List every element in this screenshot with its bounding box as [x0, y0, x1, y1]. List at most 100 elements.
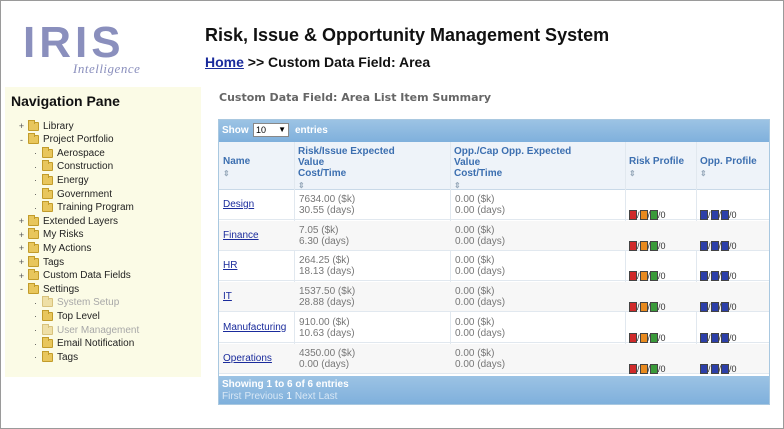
folder-icon	[28, 119, 39, 131]
table-toolbar: Show 10 ▼ entries	[219, 120, 769, 142]
nav-item-construction[interactable]: · Construction	[31, 160, 113, 174]
nav-item-project-portfolio[interactable]: - Project Portfolio	[17, 133, 114, 147]
nav-item-label: Construction	[57, 161, 114, 173]
navigation-pane-title: Navigation Pane	[11, 93, 120, 109]
nav-item-my-actions[interactable]: + My Actions	[17, 241, 91, 255]
nav-item-extended-layers[interactable]: + Extended Layers	[17, 214, 118, 228]
nav-item-label: Aerospace	[57, 147, 105, 159]
tree-connector: ·	[34, 297, 37, 308]
folder-icon	[28, 241, 39, 253]
profile-box-orange	[639, 271, 648, 282]
chevron-down-icon: ▼	[278, 125, 286, 134]
table-row: Manufacturing 910.00 ($k) 10.63 (days) 0.00…	[219, 313, 769, 343]
expand-icon[interactable]: +	[17, 271, 26, 281]
nav-item-label: User Management	[57, 324, 140, 336]
pager-page-button[interactable]: 1	[286, 391, 292, 402]
profile-box-blue	[721, 363, 730, 374]
expand-icon[interactable]: +	[17, 243, 26, 253]
expand-icon[interactable]: +	[17, 230, 26, 240]
column-header-risk-value[interactable]: Risk/Issue Expected Value Cost/Time ⇕	[298, 146, 395, 192]
profile-box-orange	[639, 332, 648, 343]
profile-box-blue	[721, 210, 730, 220]
risk-cost: 910.00 ($k)	[299, 316, 350, 328]
folder-icon	[42, 296, 53, 308]
nav-item-custom-data-fields[interactable]: + Custom Data Fields	[17, 269, 131, 283]
expand-icon[interactable]: +	[17, 257, 26, 267]
nav-item-aerospace[interactable]: · Aerospace	[31, 146, 105, 160]
profile-box-blue	[721, 240, 730, 251]
opp-cost: 0.00 ($k)	[455, 286, 495, 298]
breadcrumb-home-link[interactable]: Home	[205, 54, 244, 70]
risk-value-cell: 4350.00 ($k) 0.00 (days)	[299, 348, 355, 378]
profile-tail-count: 0	[731, 302, 737, 313]
nav-item-tags[interactable]: · Tags	[31, 350, 78, 364]
profile-box-orange	[639, 240, 648, 251]
profile-box-red	[629, 363, 637, 374]
nav-item-energy[interactable]: · Energy	[31, 173, 89, 187]
collapse-icon[interactable]: -	[17, 284, 26, 294]
profile-box-green	[650, 210, 659, 220]
risk-time: 30.55 (days)	[299, 205, 355, 216]
showing-entries-info: Showing 1 to 6 of 6 entries	[222, 379, 349, 390]
opp-value-cell: 0.00 ($k) 0.00 (days)	[455, 286, 505, 316]
logo-wordmark: IRIS	[23, 18, 125, 67]
profile-tail-count: 0	[660, 271, 666, 282]
folder-icon	[42, 187, 53, 199]
tree-connector: ·	[34, 338, 37, 349]
risk-cost: 7634.00 ($k)	[299, 194, 356, 205]
nav-item-system-setup[interactable]: · System Setup	[31, 296, 119, 310]
sort-icon: ⇕	[629, 169, 636, 178]
nav-item-tags[interactable]: + Tags	[17, 255, 64, 269]
nav-item-settings[interactable]: - Settings	[17, 282, 79, 296]
profile-box-blue	[710, 240, 719, 251]
entries-label: entries	[295, 125, 328, 136]
risk-value-label-2: Value	[298, 157, 325, 168]
logo-tagline: Intelligence	[73, 61, 141, 76]
tree-connector: ·	[34, 202, 37, 213]
summary-table: Show 10 ▼ entries Name ⇕ Risk/Issue Expe…	[218, 119, 770, 405]
nav-item-user-management[interactable]: · User Management	[31, 323, 139, 337]
folder-icon	[42, 201, 53, 213]
page-size-select[interactable]: 10 ▼	[253, 123, 289, 137]
folder-icon	[42, 160, 53, 172]
table-footer: Showing 1 to 6 of 6 entries First Previo…	[219, 376, 769, 404]
pager-next-button[interactable]: Next	[295, 391, 316, 402]
profile-box-blue	[700, 240, 708, 251]
nav-item-label: Government	[57, 188, 113, 200]
tree-connector: ·	[34, 161, 37, 172]
page-frame: IRIS Intelligence Risk, Issue & Opportun…	[0, 0, 784, 429]
profile-tail-count: 0	[660, 332, 666, 343]
risk-profile-label: Risk Profile	[629, 156, 685, 167]
pager-previous-button[interactable]: Previous	[244, 391, 283, 402]
nav-item-my-risks[interactable]: + My Risks	[17, 228, 84, 242]
folder-icon	[28, 228, 39, 240]
profile-box-green	[650, 271, 659, 282]
collapse-icon[interactable]: -	[17, 135, 26, 145]
nav-item-label: Custom Data Fields	[43, 270, 131, 282]
opp-time: 0.00 (days)	[455, 358, 506, 370]
folder-icon	[42, 309, 53, 321]
opp-value-label-2: Value	[454, 157, 481, 168]
nav-item-top-level[interactable]: · Top Level	[31, 309, 100, 323]
nav-item-training-program[interactable]: · Training Program	[31, 201, 134, 215]
column-header-opp-value[interactable]: Opp./Cap Opp. Expected Value Cost/Time ⇕	[454, 146, 571, 192]
opp-time: 0.00 (days)	[455, 205, 506, 216]
pager-first-button[interactable]: First	[222, 391, 241, 402]
expand-icon[interactable]: +	[17, 121, 26, 131]
tree-connector: ·	[34, 175, 37, 186]
nav-item-email-notification[interactable]: · Email Notification	[31, 337, 134, 351]
profile-box-red	[629, 332, 637, 343]
folder-icon	[42, 323, 53, 335]
nav-item-library[interactable]: + Library	[17, 119, 74, 133]
risk-cost: 264.25 ($k)	[299, 255, 350, 267]
nav-item-government[interactable]: · Government	[31, 187, 112, 201]
table-row: Operations 4350.00 ($k) 0.00 (days) 0.00 ($…	[219, 343, 769, 374]
profile-tail-count: 0	[660, 240, 666, 251]
nav-item-label: System Setup	[57, 297, 120, 309]
iris-logo: IRIS Intelligence	[15, 21, 185, 81]
nav-item-label: Tags	[43, 256, 65, 268]
expand-icon[interactable]: +	[17, 216, 26, 226]
nav-item-label: Top Level	[57, 310, 100, 322]
pager-last-button[interactable]: Last	[318, 391, 337, 402]
folder-icon	[28, 282, 39, 294]
